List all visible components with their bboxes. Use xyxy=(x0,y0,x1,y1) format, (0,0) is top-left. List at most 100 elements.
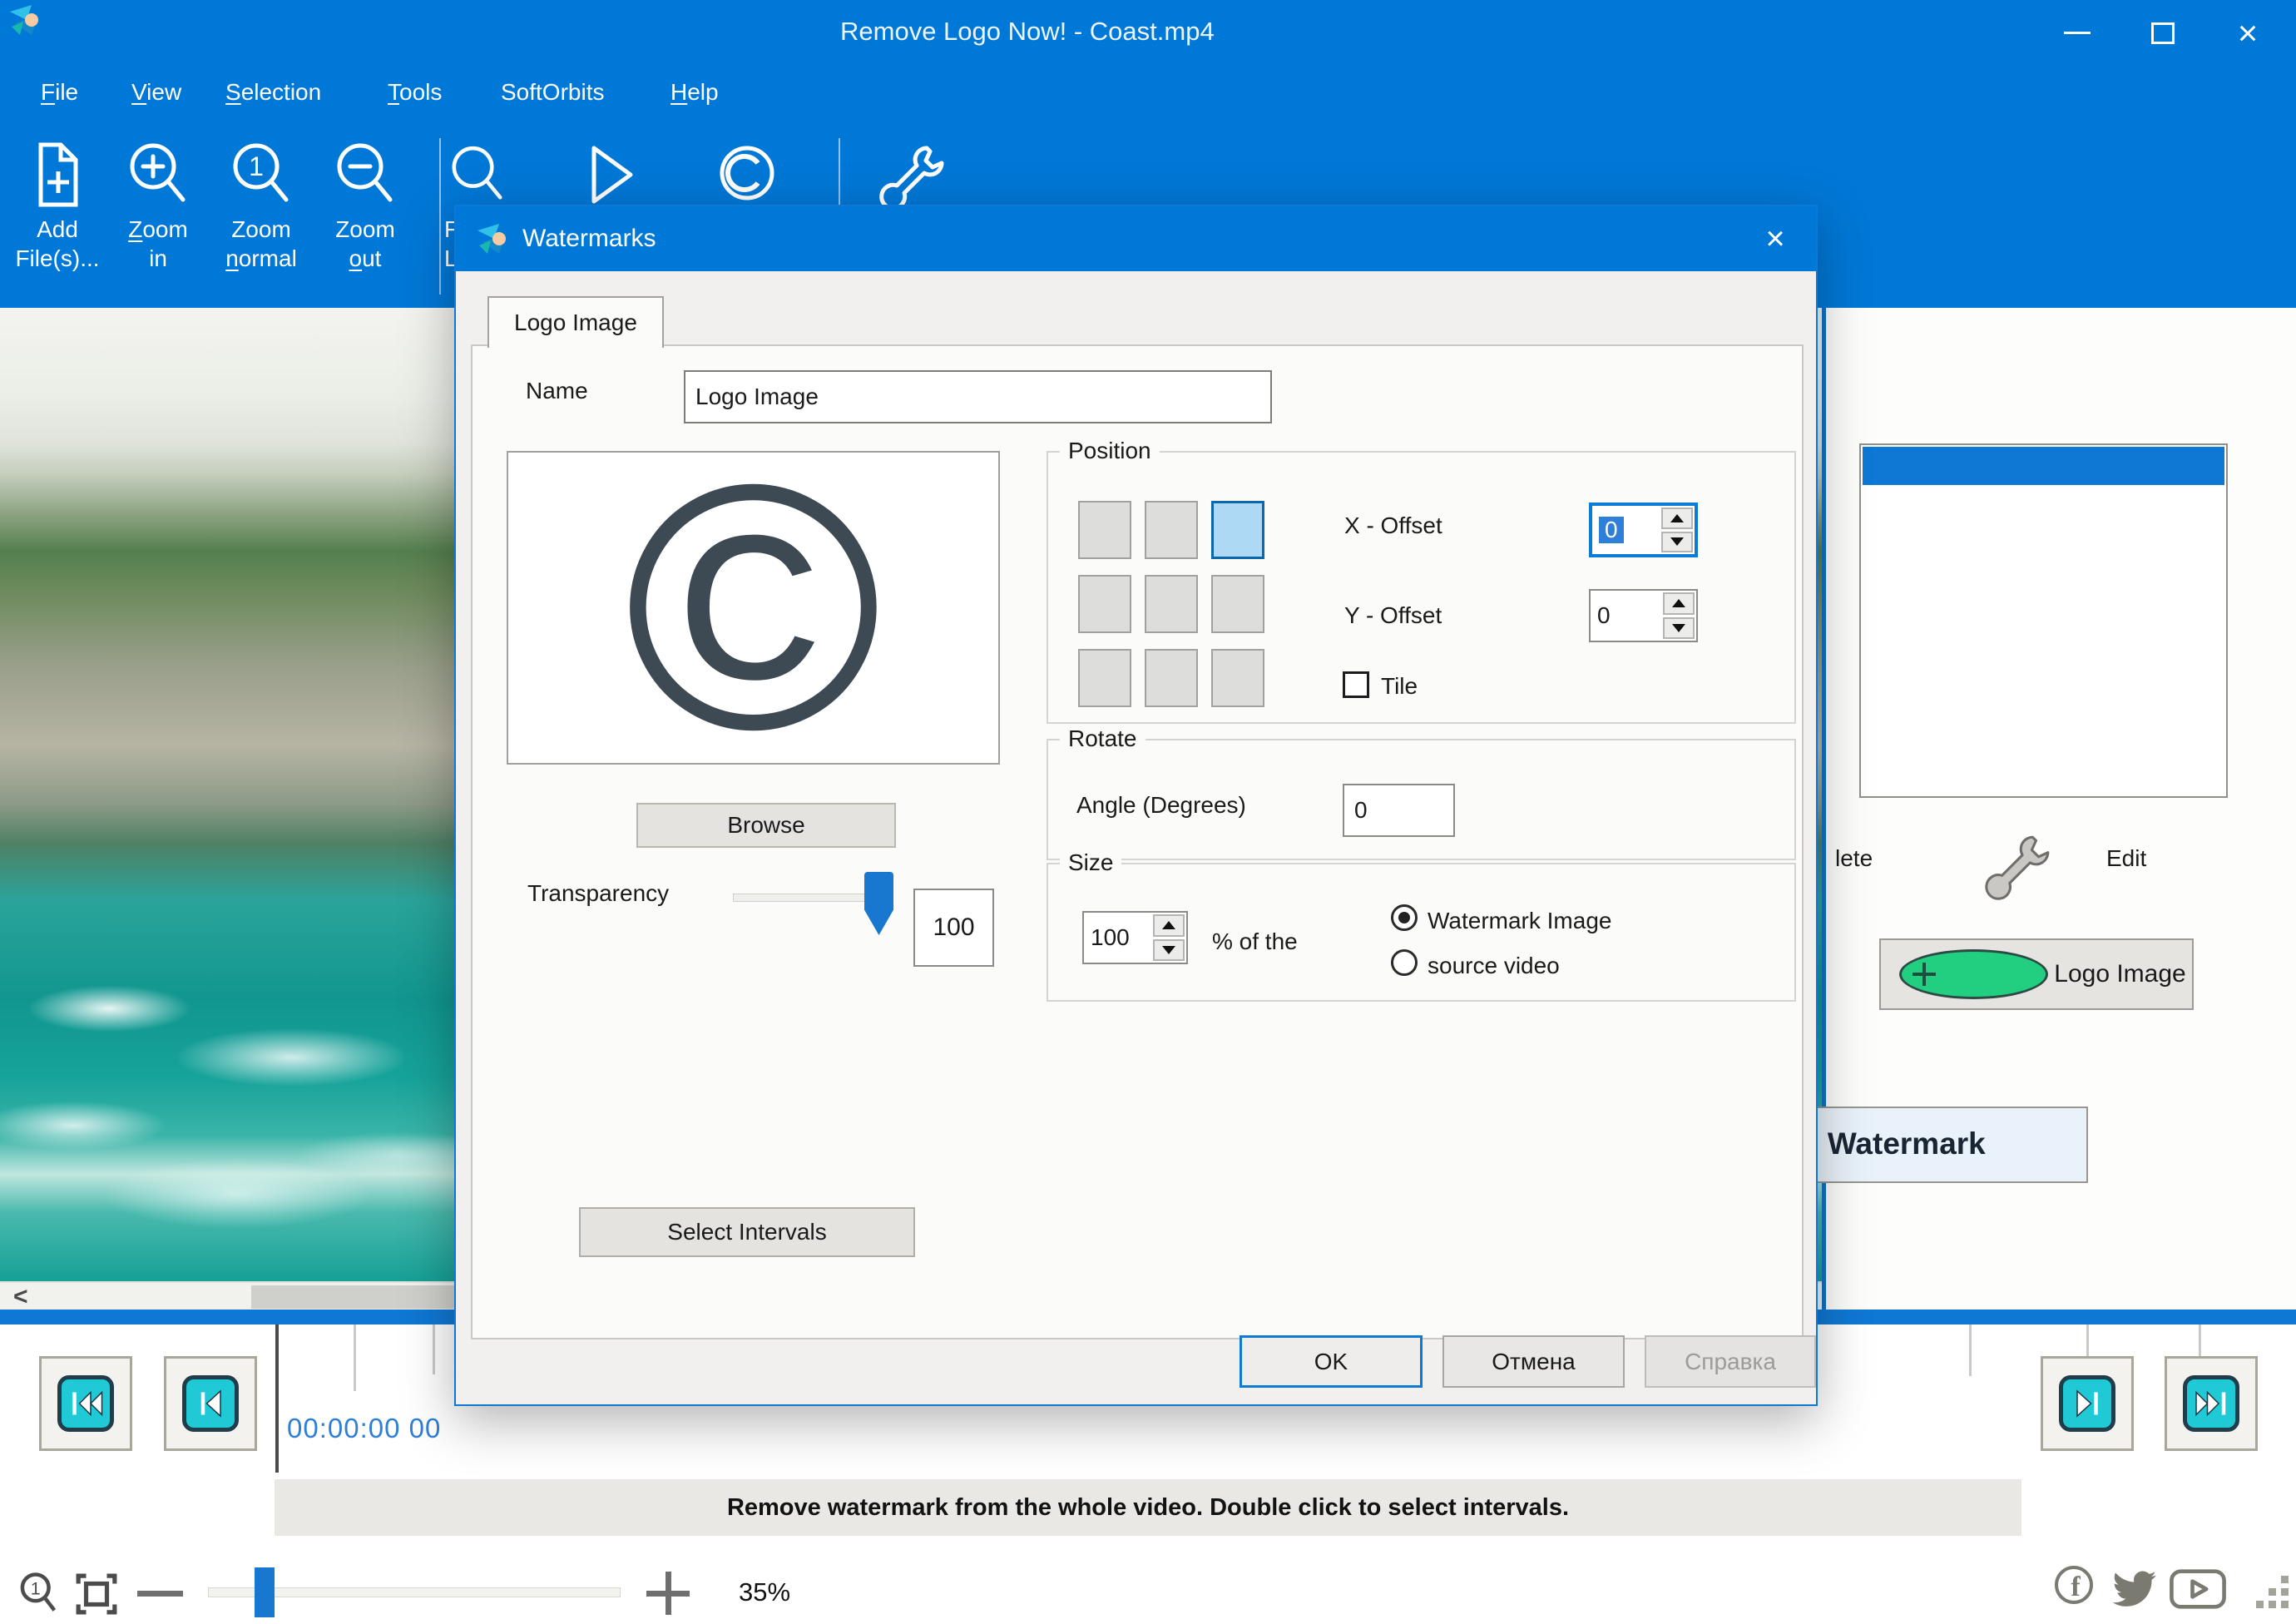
watermark-list[interactable] xyxy=(1859,443,2228,798)
size-spinner[interactable]: 100 xyxy=(1082,911,1188,964)
app-logo-icon xyxy=(7,2,43,42)
browse-button[interactable]: Browse xyxy=(636,803,896,848)
position-top-right-selected[interactable] xyxy=(1211,501,1264,559)
svg-text:1: 1 xyxy=(31,1578,41,1598)
edit-wrench-icon xyxy=(1980,827,2055,906)
size-value[interactable]: 100 xyxy=(1084,913,1151,963)
zoom-in-button[interactable]: Zoomin xyxy=(108,128,208,273)
y-offset-down-button[interactable] xyxy=(1663,617,1695,640)
fit-to-window-icon[interactable] xyxy=(75,1572,118,1620)
svg-text:f: f xyxy=(2071,1572,2081,1602)
previous-frame-button[interactable] xyxy=(164,1356,257,1451)
zoom-out-button[interactable]: Zoomout xyxy=(314,128,416,273)
timecode: 00:00:00 00 xyxy=(287,1413,441,1444)
zoom-normal-button[interactable]: 1 Zoomnormal xyxy=(210,128,313,273)
timeline-tick xyxy=(1969,1324,1972,1376)
watermark-image-radio[interactable] xyxy=(1391,904,1418,931)
x-offset-value[interactable]: 0 xyxy=(1599,517,1624,543)
watermark-list-selected-row[interactable] xyxy=(1863,447,2224,485)
resize-grip[interactable] xyxy=(2256,1576,2293,1612)
x-offset-up-button[interactable] xyxy=(1661,508,1693,529)
zoom-normal-icon: 1 xyxy=(210,128,313,211)
down-arrow-icon xyxy=(1672,624,1685,632)
zoom-actual-size-icon[interactable]: 1 xyxy=(17,1571,58,1618)
youtube-icon[interactable] xyxy=(2166,1567,2229,1615)
menu-item-softorbits[interactable]: SoftOrbits xyxy=(501,79,604,106)
twitter-icon[interactable] xyxy=(2106,1566,2158,1613)
timeline-tick xyxy=(433,1324,435,1374)
position-group: Position X - Offset 0 xyxy=(1047,451,1796,724)
skip-to-end-button[interactable] xyxy=(2165,1356,2258,1451)
zoom-in-control-bar xyxy=(666,1572,671,1615)
dialog-close-button[interactable]: × xyxy=(1754,218,1796,260)
size-group: Size 100 % of the Watermark Image source… xyxy=(1047,863,1796,1002)
angle-input[interactable]: 0 xyxy=(1343,784,1455,837)
menu-item-selection[interactable]: Selection xyxy=(225,79,321,106)
y-offset-spinner[interactable]: 0 xyxy=(1589,589,1698,642)
tile-checkbox[interactable] xyxy=(1343,671,1369,698)
transparency-slider[interactable] xyxy=(733,894,882,902)
position-middle-right[interactable] xyxy=(1211,575,1264,633)
angle-label: Angle (Degrees) xyxy=(1076,792,1246,819)
size-down-button[interactable] xyxy=(1153,939,1185,962)
position-bottom-left[interactable] xyxy=(1078,649,1131,707)
name-label: Name xyxy=(526,378,588,404)
copyright-preview-glyph: © xyxy=(625,483,882,733)
source-video-radio[interactable] xyxy=(1391,949,1418,976)
edit-button-label[interactable]: Edit xyxy=(2106,845,2146,872)
dialog-app-icon xyxy=(474,220,511,257)
transparency-value[interactable]: 100 xyxy=(913,889,994,967)
select-intervals-button[interactable]: Select Intervals xyxy=(579,1207,915,1257)
zoom-slider-thumb[interactable] xyxy=(255,1567,275,1617)
next-frame-button[interactable] xyxy=(2041,1356,2134,1451)
play-button[interactable] xyxy=(566,128,646,211)
facebook-icon[interactable]: f xyxy=(2053,1562,2095,1613)
timeline-playhead[interactable] xyxy=(275,1324,279,1473)
transparency-slider-thumb[interactable] xyxy=(864,872,893,935)
next-frame-icon xyxy=(2059,1375,2115,1432)
menu-bar: File View Selection Tools SoftOrbits Hel… xyxy=(0,66,2296,123)
position-top-center[interactable] xyxy=(1145,501,1198,559)
minimize-icon xyxy=(2064,32,2091,34)
wrench-icon xyxy=(872,128,952,211)
menu-item-help[interactable]: Help xyxy=(670,79,719,106)
y-offset-label: Y - Offset xyxy=(1344,602,1442,629)
play-icon xyxy=(566,128,646,211)
skip-to-start-button[interactable] xyxy=(39,1356,132,1451)
position-middle-center[interactable] xyxy=(1145,575,1198,633)
add-files-button[interactable]: AddFile(s)... xyxy=(7,128,108,273)
menu-item-file[interactable]: File xyxy=(41,79,78,106)
close-button[interactable]: × xyxy=(2206,0,2289,66)
menu-item-view[interactable]: View xyxy=(131,79,181,106)
position-middle-left[interactable] xyxy=(1078,575,1131,633)
x-offset-down-button[interactable] xyxy=(1661,532,1693,553)
up-arrow-icon xyxy=(1162,921,1175,929)
maximize-icon xyxy=(2151,22,2175,44)
menu-item-tools[interactable]: Tools xyxy=(388,79,442,106)
down-arrow-icon xyxy=(1162,946,1175,954)
maximize-button[interactable] xyxy=(2121,0,2204,66)
copyright-tool-button[interactable] xyxy=(707,128,787,211)
cancel-button[interactable]: Отмена xyxy=(1442,1335,1625,1388)
position-bottom-center[interactable] xyxy=(1145,649,1198,707)
watermarks-dialog: Watermarks × Logo Image Name Logo Image … xyxy=(454,205,1818,1406)
minimize-button[interactable] xyxy=(2036,0,2119,66)
position-bottom-right[interactable] xyxy=(1211,649,1264,707)
position-top-left[interactable] xyxy=(1078,501,1131,559)
settings-button[interactable] xyxy=(872,128,952,211)
zoom-out-control[interactable] xyxy=(137,1591,183,1597)
status-bar[interactable]: Remove watermark from the whole video. D… xyxy=(275,1479,2021,1536)
tab-logo-image[interactable]: Logo Image xyxy=(487,296,664,348)
title-bar: Remove Logo Now! - Coast.mp4 × xyxy=(0,0,2296,66)
tile-label: Tile xyxy=(1381,673,1418,700)
y-offset-value[interactable]: 0 xyxy=(1591,591,1661,641)
add-logo-image-button[interactable]: Logo Image xyxy=(1879,938,2194,1010)
delete-button-label-partial[interactable]: lete xyxy=(1835,845,1873,872)
size-up-button[interactable] xyxy=(1153,914,1185,937)
ok-button[interactable]: OK xyxy=(1240,1335,1423,1388)
help-button[interactable]: Справка xyxy=(1645,1335,1816,1388)
scroll-left-icon[interactable]: < xyxy=(13,1283,28,1311)
x-offset-spinner[interactable]: 0 xyxy=(1589,503,1698,557)
y-offset-up-button[interactable] xyxy=(1663,592,1695,615)
svg-text:1: 1 xyxy=(249,151,264,181)
